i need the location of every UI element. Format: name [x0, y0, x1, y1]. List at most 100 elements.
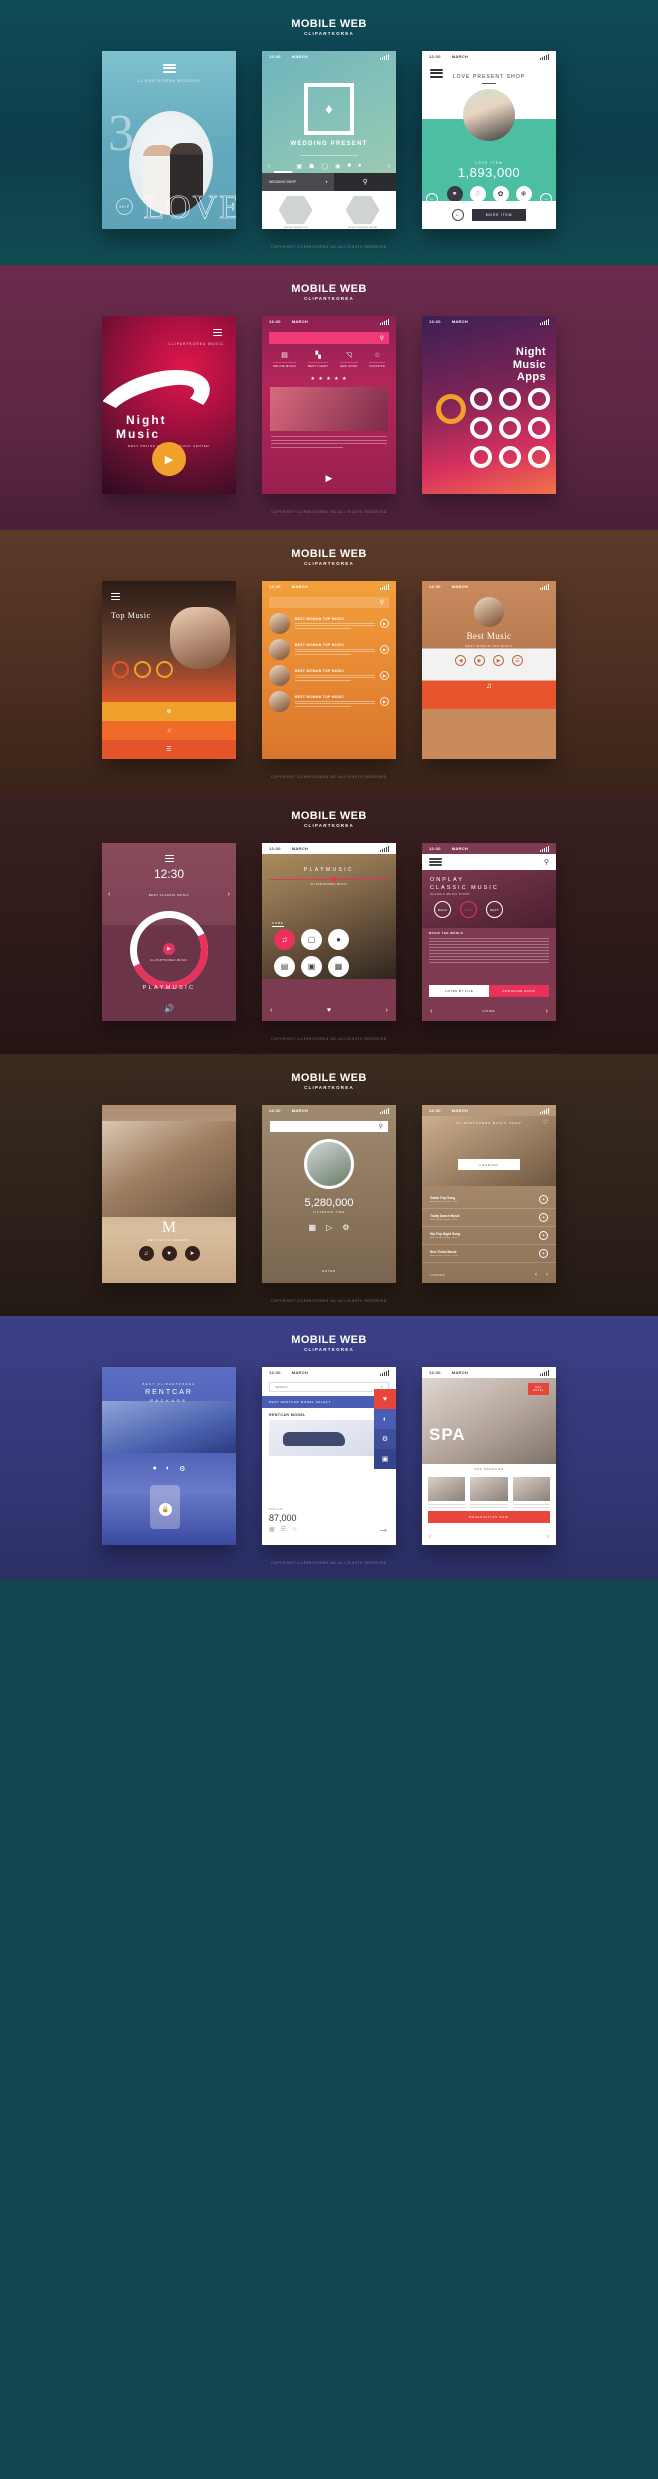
play-icon[interactable]: ▶ [380, 697, 389, 706]
menu-icon[interactable] [430, 69, 443, 78]
search-input[interactable]: ⚲ [270, 1121, 388, 1132]
next-button[interactable]: › [546, 1272, 548, 1278]
play-icon[interactable]: ▶ [474, 655, 485, 666]
back-arrow-icon[interactable]: ← [451, 209, 464, 221]
screen-spa-hotel[interactable]: 12:30 MARCH SPA HOTEL SPA SPA PACKAGE RE… [422, 1367, 556, 1545]
nav-next-button[interactable]: › [388, 163, 390, 170]
play-icon[interactable]: ▶ [380, 619, 389, 628]
cake-icon[interactable]: ◉ [335, 163, 340, 170]
download-button[interactable]: DOWNLOAD MUSIC [489, 985, 549, 997]
player-controls[interactable]: ◀ ▶ ▶ ☰ [422, 655, 556, 666]
package-card[interactable] [470, 1477, 508, 1508]
enter-button[interactable]: ENTER [262, 1269, 396, 1273]
delete-icon[interactable]: ⚙ [342, 1223, 349, 1232]
home-link[interactable]: HOME [272, 921, 284, 927]
highlight-ring[interactable] [436, 394, 466, 424]
knob-icon[interactable] [134, 661, 151, 678]
top-toolbar[interactable]: ⚲ [422, 854, 556, 870]
search-input[interactable]: ⚲ [269, 597, 389, 608]
list-icon[interactable]: ☰ [102, 740, 236, 759]
radio-icon[interactable]: ▤ [274, 956, 295, 977]
app-ring[interactable] [499, 446, 521, 468]
listen-button[interactable]: LISTEN MY FILE [429, 985, 489, 997]
song-list[interactable]: Guitar Pop Song BEST MUSIC SONG · 03:24 … [422, 1191, 556, 1263]
search-icon[interactable]: ⚲ [544, 858, 549, 866]
note-icon[interactable]: ♫ [138, 1246, 154, 1261]
search-icon[interactable]: ⚲ [380, 599, 384, 606]
progress-slider[interactable] [270, 877, 388, 882]
package-card[interactable] [512, 1477, 550, 1508]
ring-icon[interactable]: ◯ [321, 163, 328, 170]
search-input[interactable]: SEARCH ⚲ [269, 1382, 389, 1392]
screen-night-music-apps[interactable]: 12:30 MARCH Night Music Apps [422, 316, 556, 494]
screen-top-music-list[interactable]: 12:30 MARCH ⚲ BEST WOMAN TOP MUSIC ▶ BES… [262, 581, 396, 759]
screen-m-intro[interactable]: M BEST MUSIC MEMORY ♫ ♥ ➤ [102, 1105, 236, 1283]
knob-icon[interactable] [112, 661, 129, 678]
screen-top-music-home[interactable]: Top Music ⊕ ♫ ☰ [102, 581, 236, 759]
wifi-icon[interactable]: ◐ [166, 1465, 170, 1473]
menu-icon-grid[interactable]: ♫ ▢ ● ▤ ▣ ▦ [274, 929, 349, 977]
menu-icon[interactable] [429, 857, 442, 867]
plus-icon[interactable]: + [539, 1213, 548, 1222]
reservation-button[interactable]: RESERVATION NOW [428, 1511, 550, 1523]
heart-icon[interactable]: ♡ [543, 1119, 548, 1126]
next-button[interactable]: › [386, 1007, 388, 1014]
tab-bar[interactable]: ▤ ONLINE MUSIC ▚ BEST CHART ◹ NEW SONG ☆… [262, 351, 396, 368]
grid-icon[interactable]: ▦ [269, 1526, 275, 1533]
shop-dropdown[interactable]: WEDDING SHOP ▾ [262, 173, 335, 191]
grid-icon[interactable]: ▦ [309, 1223, 317, 1232]
app-ring[interactable] [499, 388, 521, 410]
home-link[interactable]: HOME [483, 1009, 496, 1013]
plus-icon[interactable]: ⊕ [102, 702, 236, 721]
note-icon[interactable]: ♫ [274, 929, 295, 950]
screen-best-music-player[interactable]: 12:30 MARCH Best Music BEST WOMAN TOP MU… [422, 581, 556, 759]
screen-wedding-present[interactable]: 12:30 MARCH ♦ WEDDING PRESENT ‹ ▣ ☗ ◯ ◉ [262, 51, 396, 229]
icon-row[interactable]: ♫ ♥ ➤ [102, 1246, 236, 1261]
card-icon[interactable]: ■ [347, 163, 351, 170]
knob-icon[interactable] [156, 661, 173, 678]
shop-icon[interactable]: ▢ [301, 929, 322, 950]
screen-wedding-intro[interactable]: CLIPARTKOREA WEDDING 3 LOVE SKIP [102, 51, 236, 229]
next-button[interactable]: NEXT [486, 901, 503, 918]
bottom-bar[interactable]: ‹ HOME › [422, 1001, 556, 1021]
list-item[interactable]: BEST WOMAN TOP MUSIC ▶ [269, 691, 389, 712]
shop-toolbar[interactable]: WEDDING SHOP ▾ ⚲ [262, 173, 396, 191]
star-icon[interactable]: ☆ [292, 1526, 297, 1533]
prev-icon[interactable]: ◀ [455, 655, 466, 666]
app-ring[interactable] [528, 446, 550, 468]
tab-favorite[interactable]: ☆ FAVORITE [369, 351, 386, 368]
screen-playmusic-menu[interactable]: 12:30 MARCH PLAYMUSIC CLIPARTKOREA MUSIC… [262, 843, 396, 1021]
menu-icon[interactable] [111, 593, 120, 601]
screen-song-list[interactable]: 12:30 MARCH CLIPARTKOREA MUSIC SHOP ♡ LO… [422, 1105, 556, 1283]
list-item[interactable]: BEST WOMAN TOP MUSIC ▶ [269, 665, 389, 686]
phone-icon[interactable]: ▣ [374, 1449, 396, 1469]
prev-button[interactable]: ‹ [535, 1272, 537, 1278]
screen-night-music-splash[interactable]: CLIPARTKOREA MUSIC Night Music BEST ONLI… [102, 316, 236, 494]
tab-best-chart[interactable]: ▚ BEST CHART [308, 351, 329, 368]
side-action-bar[interactable]: ♥ ◐ ⚙ ▣ [374, 1389, 396, 1469]
track-nav[interactable]: ‹ BEST CLASSIC MUSIC › [102, 891, 236, 898]
menu-icon[interactable] [213, 329, 222, 337]
note-icon[interactable]: ♫ [102, 721, 236, 740]
menu-icon[interactable] [102, 855, 236, 863]
bottle-icon[interactable]: ● [358, 163, 362, 170]
gift-icon[interactable]: ☗ [309, 163, 314, 170]
app-ring[interactable] [470, 417, 492, 439]
app-ring[interactable] [470, 446, 492, 468]
bottom-bar[interactable]: ‹ ♥ › [262, 999, 396, 1021]
list-item[interactable]: BEST WOMAN TOP MUSIC ▶ [269, 613, 389, 634]
product-hex-row[interactable]: SPECIAL PRESENT FOR WEDDING SPECIAL GIFT… [262, 191, 396, 229]
heart-icon[interactable]: ♥ [374, 1389, 396, 1409]
listen-link[interactable]: LISTEN [430, 1273, 445, 1277]
list-icon[interactable]: ☰ [281, 1526, 286, 1533]
go-arrow-icon[interactable]: → [378, 1523, 389, 1535]
list-item[interactable]: BEST WOMAN TOP MUSIC ▶ [269, 639, 389, 660]
screen-listener-count[interactable]: 12:30 MARCH ⚲ 5,280,000 LISTENING TIME ▦… [262, 1105, 396, 1283]
tab-new-song[interactable]: ◹ NEW SONG [340, 351, 358, 368]
play-icon[interactable]: ▶ [262, 473, 396, 484]
app-ring-grid[interactable] [470, 388, 550, 468]
prev-button[interactable]: ‹ [108, 891, 110, 898]
app-ring[interactable] [528, 417, 550, 439]
lock-icon[interactable]: 🔒 [159, 1503, 172, 1516]
product-card[interactable]: THE BEST WEDDING SPECIAL GIFT FOR BEST P… [345, 195, 380, 229]
